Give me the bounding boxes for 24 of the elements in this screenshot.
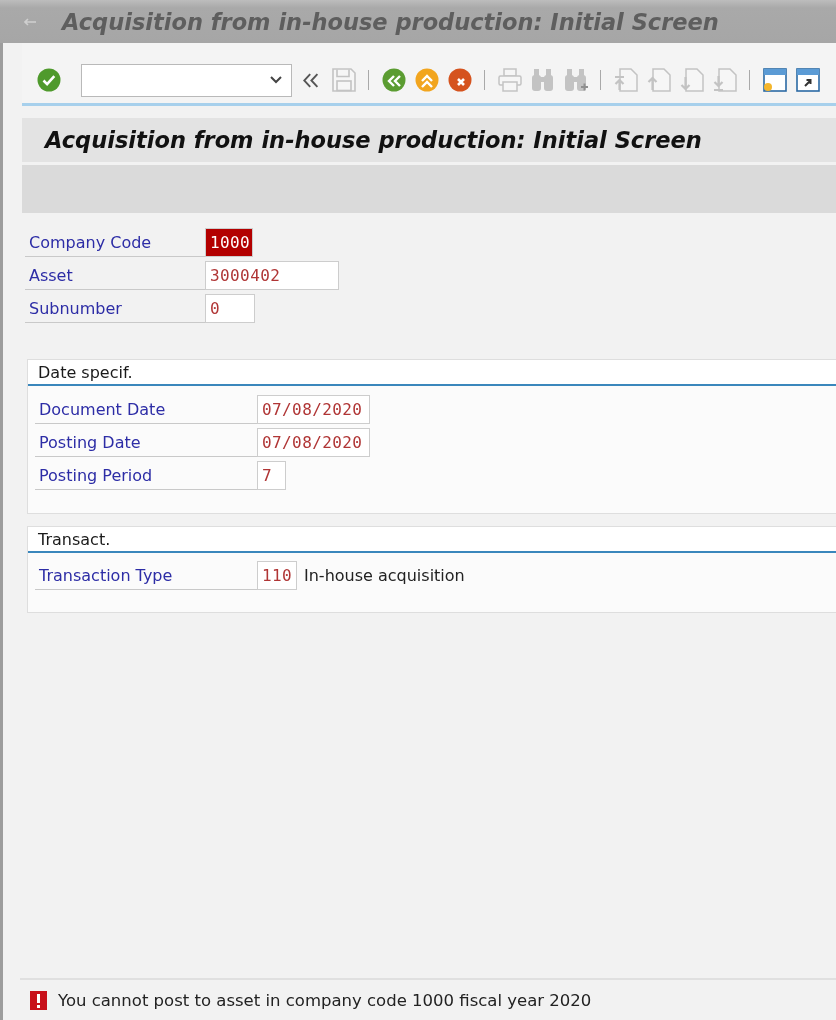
- screen-title: Acquisition from in-house production: Initial Screen: [45, 127, 702, 153]
- chevron-down-icon[interactable]: [270, 76, 282, 84]
- input-field[interactable]: 1000: [205, 228, 253, 257]
- check-icon[interactable]: [36, 68, 61, 92]
- up-chevrons-icon[interactable]: [414, 68, 439, 92]
- error-icon: [30, 990, 47, 1010]
- input-field[interactable]: 3000402: [205, 261, 339, 290]
- input-field[interactable]: 07/08/2020: [257, 428, 370, 457]
- group-title: Date specif.: [38, 362, 133, 382]
- input-field[interactable]: 110: [257, 561, 297, 590]
- new-window-icon[interactable]: [762, 68, 787, 92]
- input-field[interactable]: 0: [205, 294, 255, 323]
- input-field[interactable]: 07/08/2020: [257, 395, 370, 424]
- left-arrow-icon[interactable]: [24, 17, 36, 26]
- status-message: You cannot post to asset in company code 1000 fiscal year 2020: [58, 990, 592, 1010]
- window-title: Acquisition from in-house production: Initial Screen: [62, 8, 719, 35]
- shortcut-icon[interactable]: [795, 68, 820, 92]
- cancel-icon[interactable]: [447, 68, 472, 92]
- double-chevron-left-icon[interactable]: [302, 72, 319, 88]
- back-icon[interactable]: [381, 68, 406, 92]
- field-description: In-house acquisition: [304, 566, 465, 585]
- command-field[interactable]: [81, 63, 292, 97]
- input-field[interactable]: 7: [257, 461, 286, 490]
- group-title: Transact.: [38, 529, 111, 549]
